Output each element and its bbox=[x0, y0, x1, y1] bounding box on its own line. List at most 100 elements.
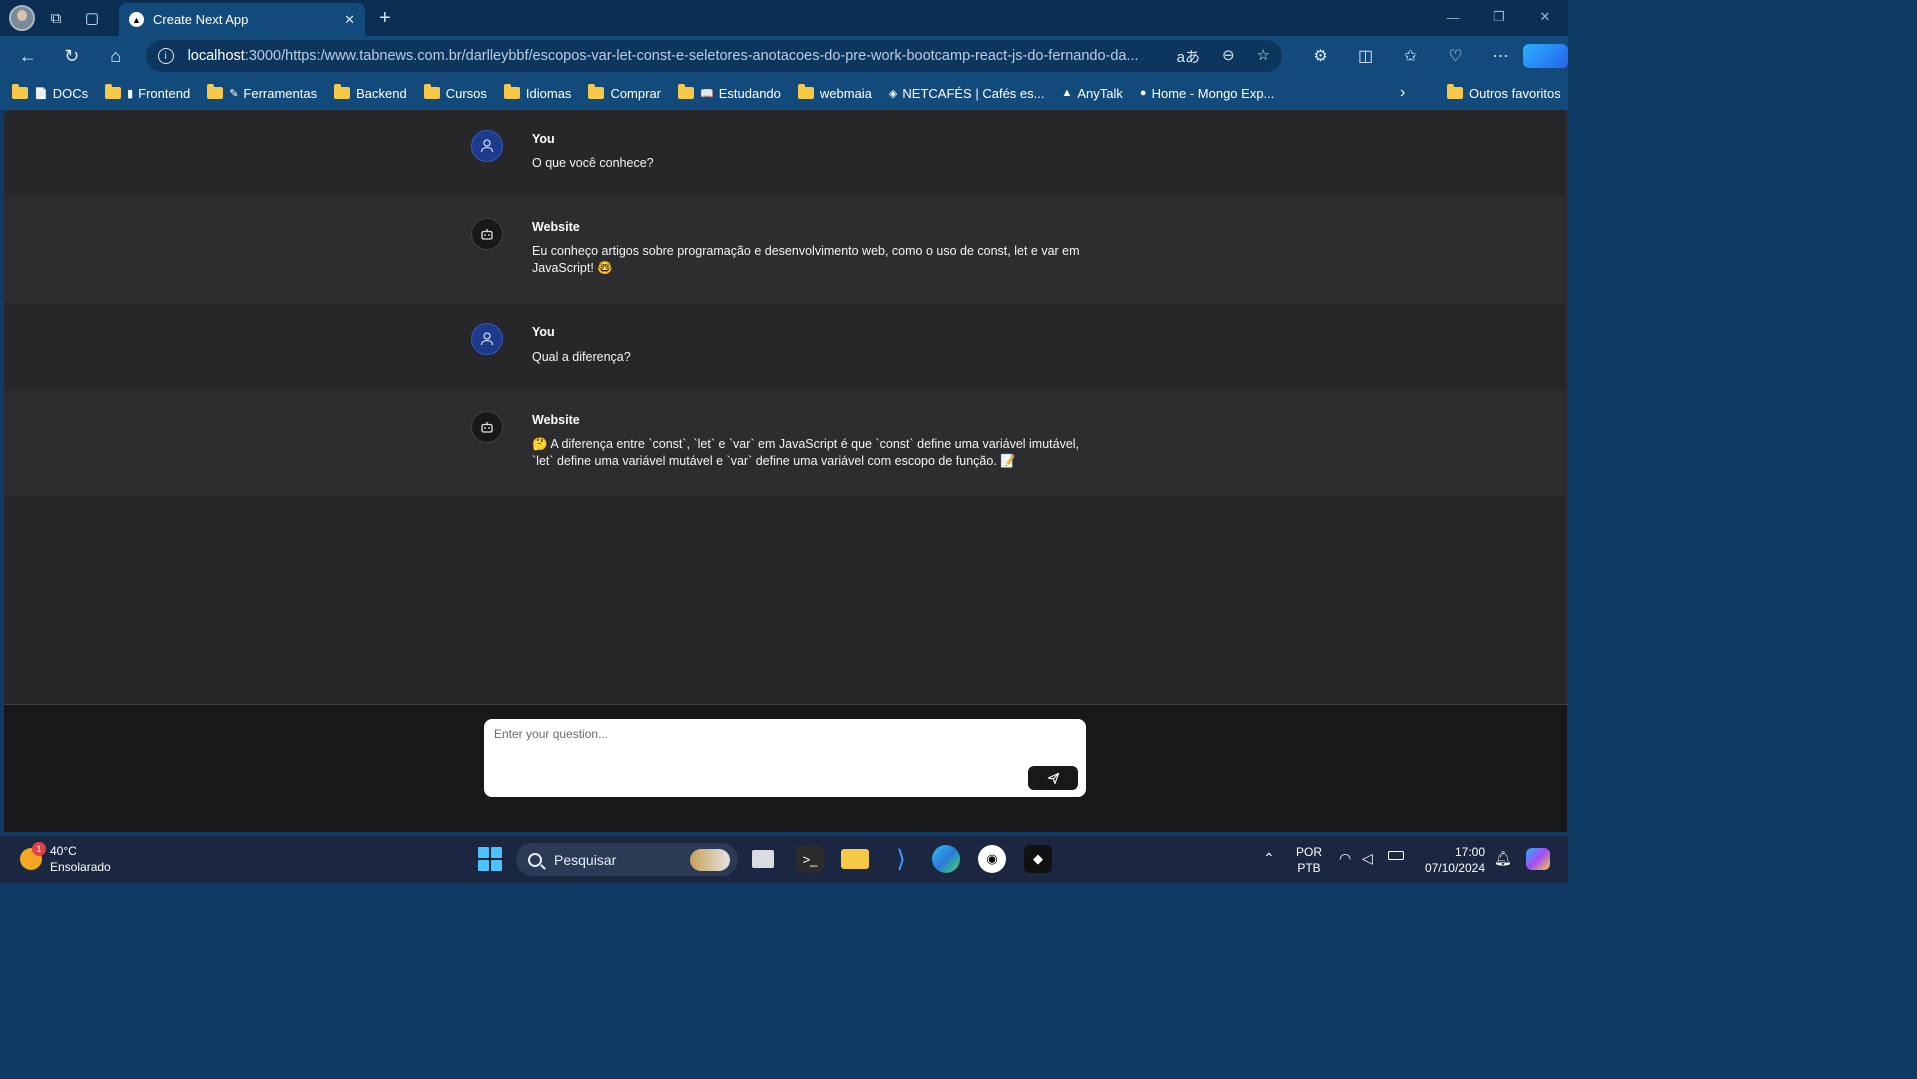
copilot-icon[interactable] bbox=[1523, 44, 1568, 68]
bookmark-item[interactable]: 📄 DOCs bbox=[12, 84, 88, 101]
new-tab-icon[interactable]: + bbox=[379, 7, 391, 30]
bookmark-item[interactable]: ◈ NETCAFÉS | Cafés es... bbox=[889, 86, 1045, 101]
browser-essentials-icon[interactable]: ♡ bbox=[1433, 44, 1478, 68]
copilot-taskbar-icon[interactable] bbox=[1526, 848, 1550, 870]
other-favorites[interactable]: Outros favoritos bbox=[1447, 84, 1561, 101]
bookmark-item[interactable]: Comprar bbox=[588, 84, 661, 101]
zoom-icon[interactable]: ⊖ bbox=[1222, 46, 1235, 67]
translate-icon[interactable]: aあ bbox=[1177, 46, 1200, 67]
other-favorites-label: Outros favoritos bbox=[1469, 85, 1561, 101]
split-screen-icon[interactable]: ◫ bbox=[1343, 44, 1388, 68]
send-button[interactable] bbox=[1028, 766, 1078, 790]
bookmark-favicon-icon: 📖 bbox=[700, 87, 714, 100]
bookmark-item[interactable]: 📖 Estudando bbox=[678, 84, 781, 101]
navigation-bar: ← ↻ ⌂ i localhost:3000/https:/www.tabnew… bbox=[0, 36, 1568, 76]
github-desktop-icon[interactable]: ◉ bbox=[978, 845, 1006, 873]
reload-icon[interactable]: ↻ bbox=[50, 46, 94, 67]
question-composer bbox=[484, 719, 1086, 797]
bookmark-item[interactable]: Cursos bbox=[423, 84, 487, 101]
bot-avatar-icon bbox=[471, 411, 503, 443]
folder-icon bbox=[334, 84, 351, 99]
windows-start-icon[interactable] bbox=[478, 847, 502, 871]
profile-avatar[interactable] bbox=[9, 5, 35, 31]
favorite-star-icon[interactable]: ☆ bbox=[1257, 46, 1270, 67]
close-window-icon[interactable]: ✕ bbox=[1522, 0, 1568, 34]
minimize-icon[interactable]: — bbox=[1430, 0, 1476, 34]
tab-title: Create Next App bbox=[153, 12, 249, 27]
message-author: Website bbox=[532, 413, 580, 427]
bookmark-item[interactable]: webmaia bbox=[797, 84, 872, 101]
bookmark-item[interactable]: ● Home - Mongo Exp... bbox=[1140, 86, 1274, 101]
bookmark-label: Ferramentas bbox=[243, 85, 318, 101]
question-input[interactable] bbox=[484, 719, 1086, 797]
more-menu-icon[interactable]: ⋯ bbox=[1478, 44, 1523, 68]
url-text[interactable]: localhost:3000/https:/www.tabnews.com.br… bbox=[188, 48, 1167, 64]
search-icon bbox=[528, 852, 542, 867]
bookmark-item[interactable]: ▲ AnyTalk bbox=[1061, 86, 1122, 101]
message-author: Website bbox=[532, 220, 580, 234]
folder-icon bbox=[503, 84, 520, 99]
file-explorer-icon[interactable] bbox=[841, 849, 869, 869]
bookmark-label: Home - Mongo Exp... bbox=[1151, 85, 1275, 101]
wifi-icon[interactable]: ◠ bbox=[1339, 850, 1351, 867]
address-bar[interactable]: i localhost:3000/https:/www.tabnews.com.… bbox=[145, 40, 1282, 72]
bookmark-item[interactable]: Backend bbox=[334, 84, 407, 101]
sun-icon: 1 bbox=[20, 842, 46, 870]
folder-icon bbox=[797, 84, 814, 99]
workspaces-icon[interactable]: ⧉ bbox=[41, 3, 71, 33]
home-icon[interactable]: ⌂ bbox=[94, 46, 138, 67]
bookmark-label: NETCAFÉS | Cafés es... bbox=[902, 85, 1045, 101]
message-text: O que você conhece? bbox=[532, 156, 654, 170]
app-box-icon[interactable]: ◆ bbox=[1024, 845, 1052, 873]
folder-icon bbox=[1447, 84, 1463, 99]
favorites-icon[interactable]: ✩ bbox=[1388, 44, 1433, 68]
window-controls: — ❐ ✕ bbox=[1430, 0, 1568, 34]
message-row: You O que você conhece? bbox=[4, 110, 1567, 197]
folder-icon bbox=[678, 84, 695, 99]
task-view-icon[interactable] bbox=[752, 850, 774, 868]
folder-icon bbox=[105, 84, 122, 99]
weather-badge: 1 bbox=[32, 842, 46, 856]
battery-icon[interactable] bbox=[1388, 851, 1404, 860]
language-code: POR bbox=[1296, 845, 1323, 859]
clock-time: 17:00 bbox=[1454, 845, 1485, 859]
user-avatar-icon bbox=[471, 323, 503, 355]
notifications-icon[interactable]: 🔔︎ bbox=[1494, 850, 1512, 867]
terminal-icon[interactable]: >_ bbox=[796, 845, 824, 873]
composer-bar bbox=[4, 704, 1567, 832]
weather-widget[interactable]: 1 40°C Ensolarado bbox=[20, 842, 111, 875]
extensions-icon[interactable]: ⚙ bbox=[1298, 44, 1343, 68]
weather-condition: Ensolarado bbox=[50, 860, 111, 874]
message-author: You bbox=[532, 325, 555, 339]
vscode-icon[interactable]: ⟩ bbox=[887, 845, 915, 873]
bookmark-item[interactable]: ▮ Frontend bbox=[105, 84, 190, 101]
message-author: You bbox=[532, 132, 555, 146]
bookmark-label: webmaia bbox=[819, 85, 872, 101]
more-bookmarks-icon[interactable]: › bbox=[1400, 84, 1405, 102]
message-row: Website 🤔 A diferença entre `const`, `le… bbox=[4, 390, 1567, 496]
bookmark-label: Idiomas bbox=[525, 85, 572, 101]
folder-icon bbox=[423, 84, 440, 99]
edge-icon[interactable] bbox=[932, 845, 960, 873]
bookmark-label: AnyTalk bbox=[1077, 85, 1123, 101]
folder-icon bbox=[207, 84, 224, 99]
restore-icon[interactable]: ❐ bbox=[1476, 0, 1522, 34]
url-path: :3000/https:/www.tabnews.com.br/darlleyb… bbox=[244, 48, 1139, 64]
back-icon[interactable]: ← bbox=[6, 46, 50, 67]
message-text: Qual a diferença? bbox=[532, 350, 631, 364]
bookmark-item[interactable]: ✎ Ferramentas bbox=[207, 84, 318, 101]
site-info-icon[interactable]: i bbox=[157, 48, 174, 64]
volume-icon[interactable]: ◁ bbox=[1362, 850, 1373, 867]
show-hidden-icons-icon[interactable]: ⌃ bbox=[1263, 850, 1275, 867]
search-highlight-icon bbox=[690, 848, 730, 871]
language-indicator[interactable]: POR PTB bbox=[1296, 844, 1322, 876]
tab-active[interactable]: ▲ Create Next App ✕ bbox=[119, 3, 365, 36]
close-tab-icon[interactable]: ✕ bbox=[344, 12, 355, 28]
message-text: 🤔 A diferença entre `const`, `let` e `va… bbox=[532, 437, 1080, 468]
bookmark-item[interactable]: Idiomas bbox=[503, 84, 572, 101]
folder-icon bbox=[588, 84, 605, 99]
message-row: Website Eu conheço artigos sobre program… bbox=[4, 197, 1567, 303]
clock[interactable]: 17:00 07/10/2024 bbox=[1419, 844, 1485, 876]
taskbar-search[interactable]: Pesquisar bbox=[516, 843, 738, 876]
tab-actions-icon[interactable]: ▢ bbox=[77, 3, 107, 33]
